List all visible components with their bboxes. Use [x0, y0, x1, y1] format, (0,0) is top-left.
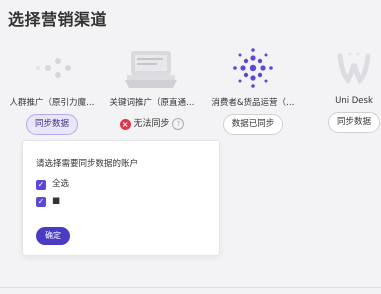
sync-data-button[interactable]: 同步数据 [25, 114, 78, 135]
keyword-icon [125, 51, 177, 88]
error-icon: × [119, 119, 131, 130]
audience-icon [36, 58, 71, 78]
popover-title: 请选择需要同步数据的账户 [36, 159, 139, 169]
data-synced-button[interactable]: 数据已同步 [222, 114, 284, 135]
checkbox-checked-icon[interactable]: ✓ [36, 197, 46, 207]
channel-label: 关键词推广（原直通… [109, 98, 195, 108]
page-title: 选择营销渠道 [8, 10, 108, 29]
help-icon[interactable]: ? [172, 118, 185, 130]
confirm-button[interactable]: 确定 [36, 227, 70, 245]
account-checkbox[interactable]: ✓ ■ [36, 196, 60, 207]
bottom-divider [0, 287, 381, 288]
consumer-icon [233, 48, 273, 88]
channel-audience: 人群推广（原引力魔… 同步数据 [4, 42, 100, 135]
sync-status: × 无法同步 ? [104, 116, 200, 130]
channel-label: 消费者&货品运营（… [211, 98, 295, 108]
channel-keyword: 关键词推广（原直通… × 无法同步 ? [104, 42, 200, 130]
select-all-checkbox[interactable]: ✓ 全选 [36, 177, 69, 190]
channel-consumer: 消费者&货品运营（… 数据已同步 [205, 42, 301, 135]
channel-unidesk: Uni Desk 同步数据 [306, 42, 381, 133]
checkbox-label: ■ [52, 196, 61, 206]
checkbox-label: 全选 [52, 179, 70, 189]
sync-status-text: 无法同步 [133, 119, 170, 129]
sync-data-button[interactable]: 同步数据 [327, 112, 380, 133]
channel-label: 人群推广（原引力魔… [9, 98, 95, 108]
checkbox-checked-icon[interactable]: ✓ [36, 180, 46, 190]
unidesk-icon [337, 52, 371, 85]
channel-label: Uni Desk [335, 96, 373, 106]
account-select-popover: 请选择需要同步数据的账户 ✓ 全选 ✓ ■ 确定 [22, 140, 220, 256]
